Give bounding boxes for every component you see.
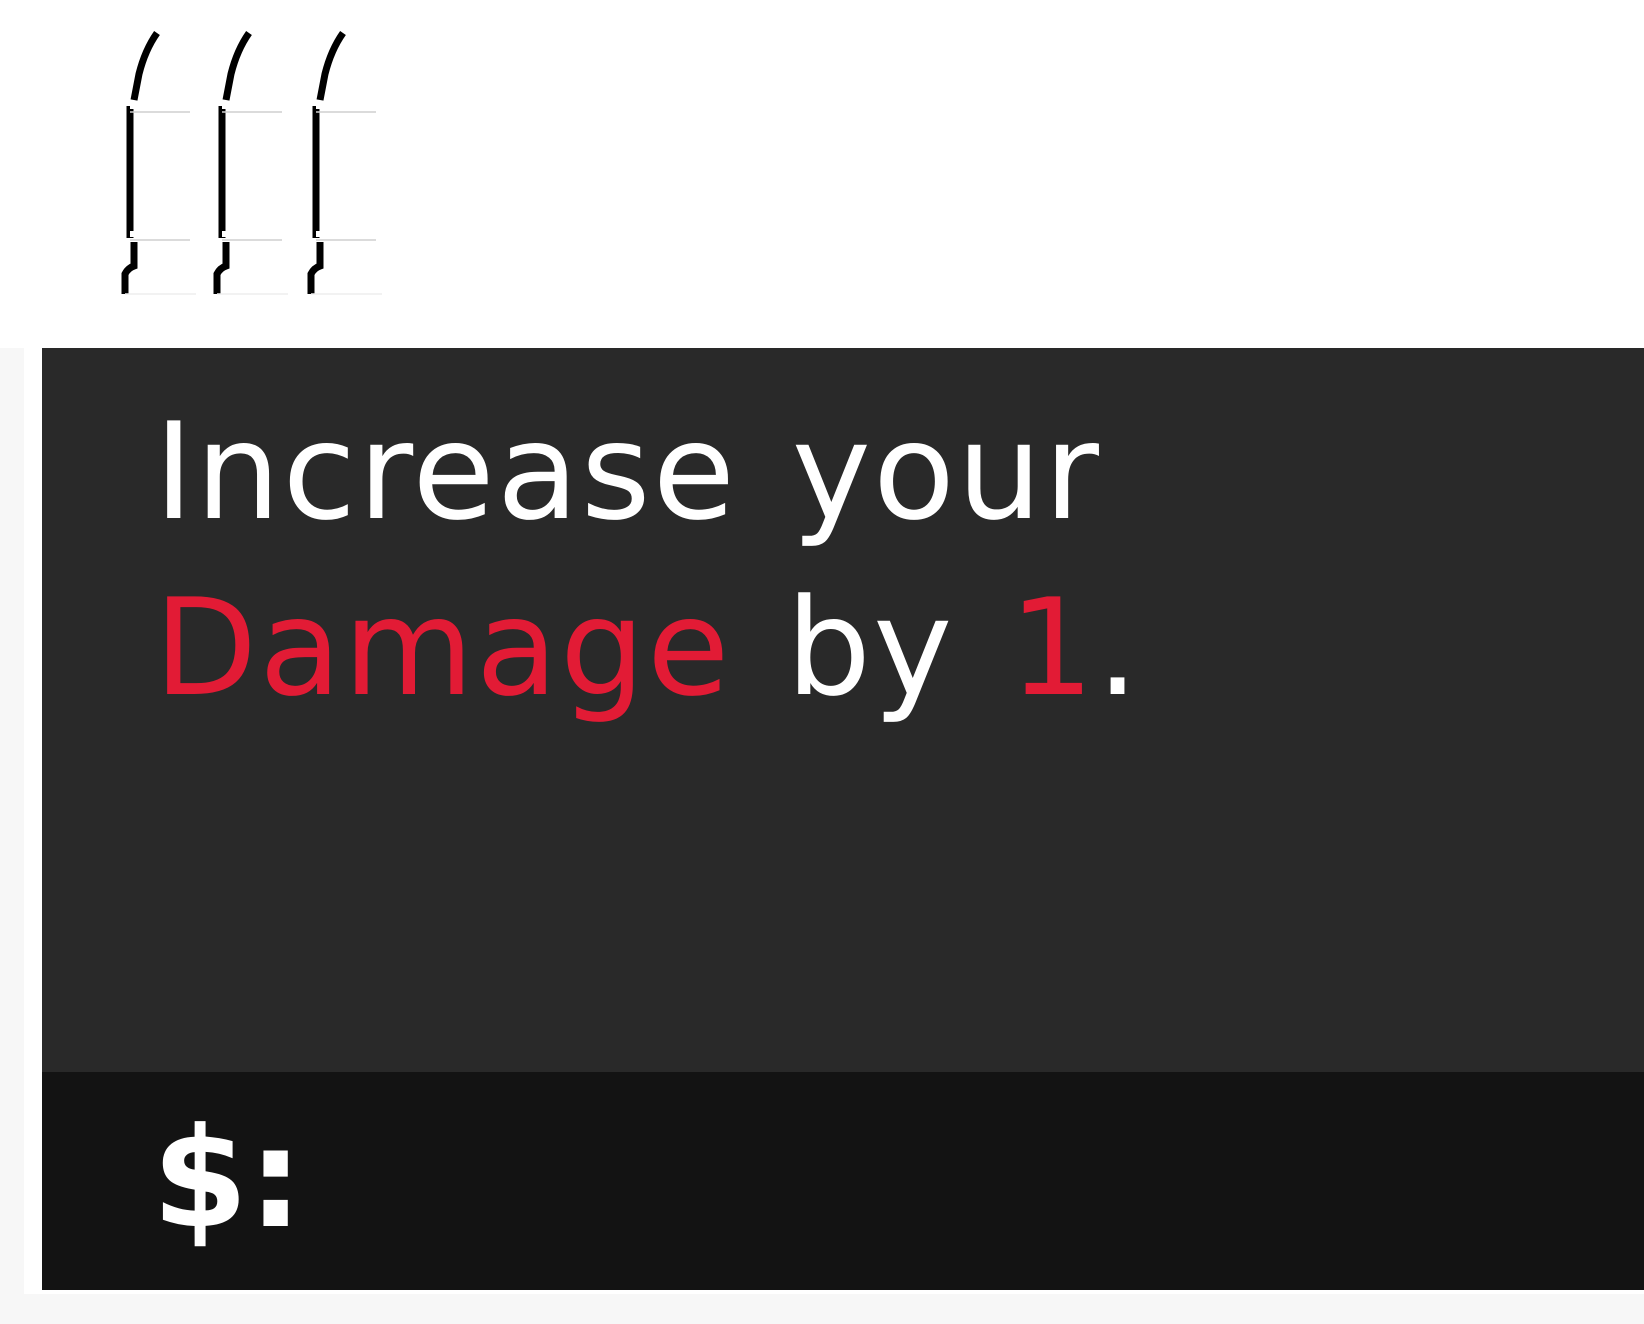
cost-bar: $:	[42, 1072, 1644, 1290]
bullet-icon	[210, 26, 290, 312]
ammo-indicator	[118, 26, 418, 312]
bullet-icon	[304, 26, 384, 312]
card-description: Increase your Damage by 1.	[154, 384, 1634, 736]
description-text: Increase your	[154, 394, 1101, 550]
game-screen: Increase your Damage by 1. $:	[0, 0, 1644, 1324]
upgrade-card[interactable]: Increase your Damage by 1. $:	[42, 348, 1644, 1290]
description-text: by	[731, 570, 1010, 726]
cost-label: $:	[152, 1098, 304, 1259]
stat-amount: 1	[1009, 570, 1097, 726]
stat-name: Damage	[154, 570, 732, 726]
bullet-icon	[118, 26, 198, 312]
description-text: .	[1096, 570, 1141, 726]
